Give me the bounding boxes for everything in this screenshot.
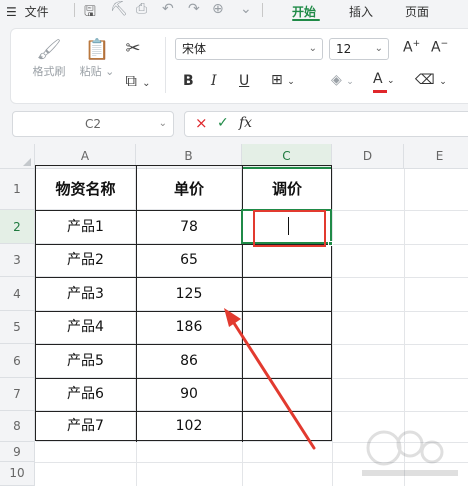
cut-button[interactable]: ✂ (121, 37, 145, 61)
tab-insert[interactable]: 插入 (349, 3, 373, 20)
font-name-value: 宋体 (182, 42, 207, 56)
main-menu-button[interactable]: ☰ 文件 (6, 3, 49, 20)
decrease-font-icon[interactable]: A− (431, 39, 448, 56)
more-chevron-icon[interactable]: ⌄ (240, 1, 252, 17)
increase-font-icon[interactable]: A+ (403, 39, 420, 56)
bold-button[interactable]: B (183, 73, 194, 89)
divider (74, 3, 75, 17)
paste-button[interactable]: 📋 粘贴 ⌄ (75, 37, 119, 79)
paste-label: 粘贴 ⌄ (79, 65, 115, 78)
name-box-value: C2 (84, 117, 101, 131)
chevron-down-icon: ⌄ (308, 43, 317, 54)
ribbon: 🖌 格式刷 📋 粘贴 ⌄ ✂ ⧉ ⌄ 宋体 ⌄ 12 ⌄ A+ A− B I U… (0, 22, 468, 108)
font-color-icon: A (373, 71, 383, 87)
menu-bar: ☰ 文件 🖫 ⛏ ⎙ ↶ ↷ ⊕ ⌄ 开始 插入 页面 (0, 0, 468, 22)
italic-button[interactable]: I (211, 73, 217, 89)
tab-home[interactable]: 开始 (292, 3, 316, 20)
font-color-button[interactable]: A ⌄ (373, 71, 395, 93)
underline-button[interactable]: U (239, 73, 249, 89)
divider (262, 3, 263, 17)
print-preview-icon[interactable]: ⎙ (136, 1, 147, 17)
font-color-swatch (373, 90, 387, 93)
hamburger-icon: ☰ (6, 5, 17, 19)
copy-button[interactable]: ⧉ ⌄ (121, 69, 155, 96)
format-painter-label: 格式刷 (32, 65, 66, 78)
font-size-select[interactable]: 12 ⌄ (329, 38, 389, 60)
paintbrush-icon: 🖌 (36, 37, 62, 61)
active-tab-indicator (292, 19, 320, 21)
cancel-edit-icon[interactable]: × (195, 114, 208, 132)
insert-function-icon[interactable]: fx (239, 115, 252, 131)
font-size-value: 12 (336, 42, 352, 56)
borders-icon[interactable]: ⊞ ⌄ (271, 72, 295, 88)
clipboard-icon: 📋 (84, 37, 110, 61)
redo-icon[interactable]: ↷ (188, 1, 200, 17)
format-painter-button[interactable]: 🖌 格式刷 (27, 37, 71, 79)
eraser-icon[interactable]: ⌫ ⌄ (415, 72, 447, 88)
undo-icon[interactable]: ↶ (162, 1, 174, 17)
name-box[interactable]: C2 ⌄ (12, 111, 174, 137)
formula-input[interactable]: × ✓ fx (184, 111, 468, 137)
spreadsheet-grid[interactable]: A B C D E 1 2 3 4 5 6 7 8 9 10 物资名称 单价 调… (0, 144, 468, 486)
divider (165, 37, 166, 93)
insert-icon[interactable]: ⊕ (212, 1, 224, 17)
font-name-select[interactable]: 宋体 ⌄ (175, 38, 323, 60)
annotation-arrow (224, 308, 316, 450)
formula-bar: C2 ⌄ × ✓ fx (0, 108, 468, 144)
chevron-down-icon: ⌄ (374, 43, 383, 54)
chevron-down-icon: ⌄ (158, 118, 167, 129)
ribbon-panel: 🖌 格式刷 📋 粘贴 ⌄ ✂ ⧉ ⌄ 宋体 ⌄ 12 ⌄ A+ A− B I U… (10, 28, 468, 104)
file-menu-label: 文件 (24, 5, 49, 19)
format-painter-icon[interactable]: ⛏ (110, 1, 128, 17)
copy-icon: ⧉ ⌄ (125, 71, 151, 90)
scissors-icon: ✂ (125, 38, 141, 59)
tab-page[interactable]: 页面 (405, 3, 429, 20)
fill-color-icon[interactable]: ◈ ⌄ (331, 72, 354, 88)
confirm-edit-icon[interactable]: ✓ (217, 115, 229, 131)
